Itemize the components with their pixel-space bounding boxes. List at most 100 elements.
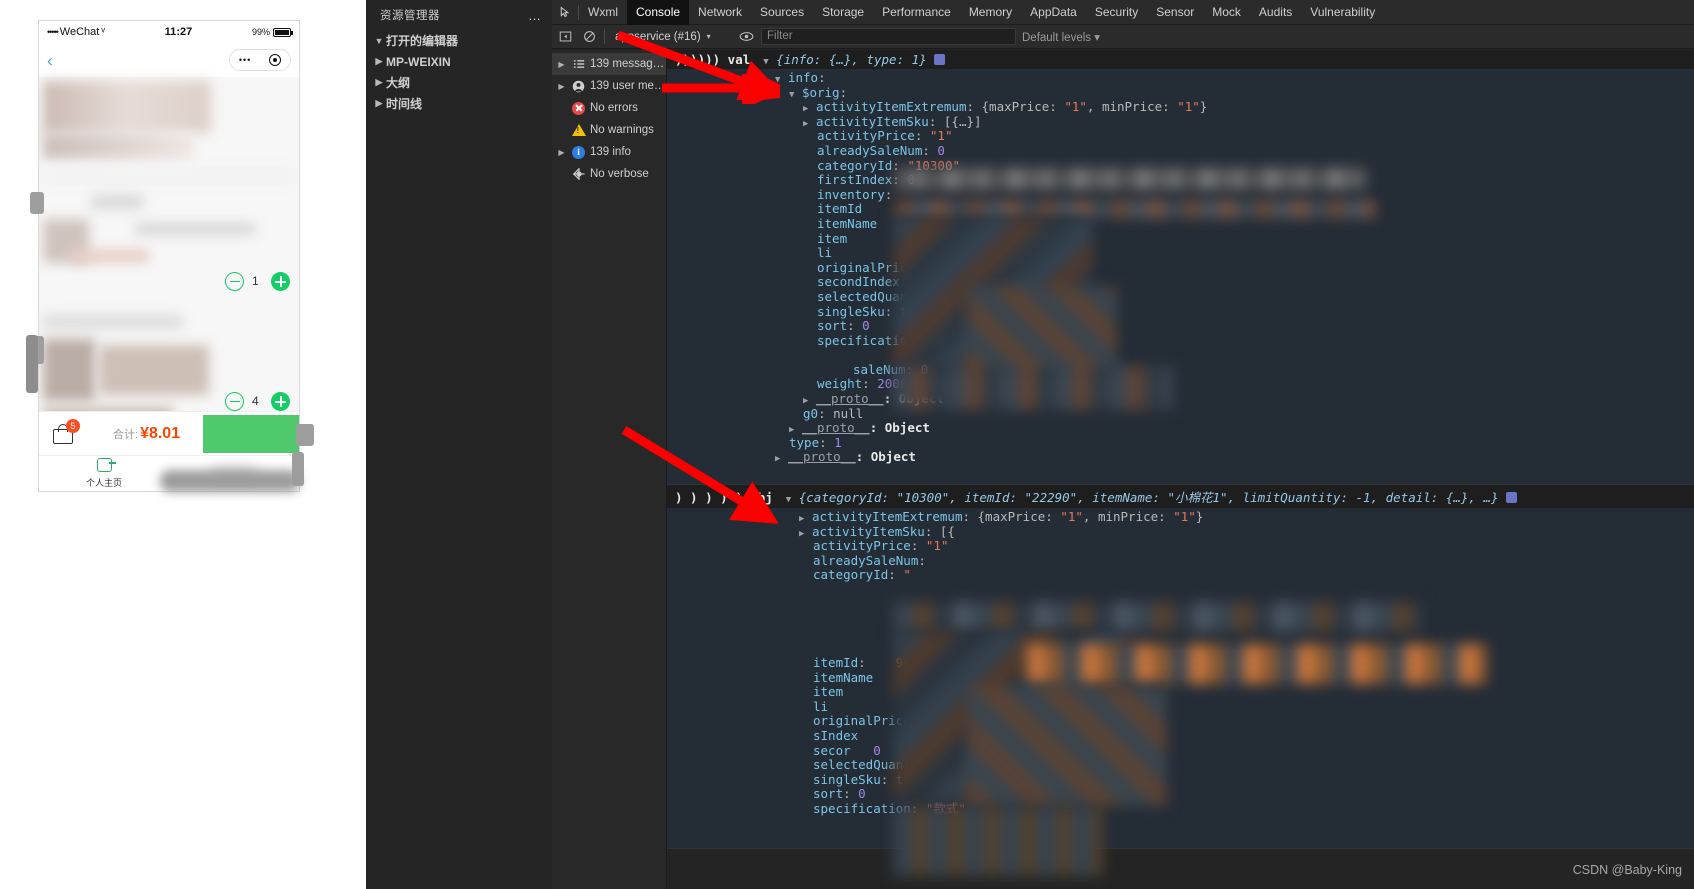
log-level-label: Default levels (1022, 31, 1092, 44)
cart-summary-bar: 5 合计: ¥8.01 (39, 411, 299, 455)
live-expression-icon[interactable] (737, 28, 755, 46)
tab-memory[interactable]: Memory (960, 0, 1021, 25)
simulator-area: ••••• WeChat ᵛ 11:27 99% ‹ ••• 1 4 5 合计:… (0, 0, 366, 889)
log1-summary: {info: {…}, type: 1} (776, 52, 927, 67)
row2-thumb-blur (43, 339, 95, 401)
clear-console-icon[interactable] (580, 28, 598, 46)
tab-sources[interactable]: Sources (751, 0, 813, 25)
tab-appdata[interactable]: AppData (1021, 0, 1086, 25)
expand-triangle-icon[interactable]: ▼ (780, 495, 791, 505)
explorer-item-label: 时间线 (386, 97, 423, 111)
tab-personal-home[interactable]: 个人主页 (39, 458, 169, 491)
explorer-item-outline[interactable]: ▶ 大纲 (366, 72, 552, 93)
row1-desc-blur (135, 223, 255, 235)
sidebar-item-verbose[interactable]: No verbose (552, 163, 666, 185)
tab-performance[interactable]: Performance (873, 0, 960, 25)
tab-storage[interactable]: Storage (813, 0, 873, 25)
vscode-explorer-sidebar: 资源管理器 … ▼ 打开的编辑器 ▶ MP-WEIXIN ▶ 大纲 ▶ 时间线 (366, 0, 552, 889)
tab-vulnerability[interactable]: Vulnerability (1301, 0, 1384, 25)
scroll-nub-left-1 (30, 192, 44, 214)
sidebar-item-info[interactable]: ▶ i 139 info (552, 141, 666, 163)
console-output[interactable]: )))))) val ▼ {info: {…}, type: 1} ▼ info… (667, 50, 1694, 889)
sidebar-item-messages[interactable]: ▶ 139 messag… (552, 53, 666, 75)
tab-network[interactable]: Network (689, 0, 751, 25)
sidebar-item-label: 139 user me… (590, 80, 666, 92)
explorer-item-open-editors[interactable]: ▼ 打开的编辑器 (366, 30, 552, 51)
cart-bag-icon[interactable]: 5 (53, 418, 80, 444)
log1-header[interactable]: )))))) val ▼ {info: {…}, type: 1} (667, 50, 1694, 69)
console-body: ▶ 139 messag… ▶ 139 user me… No errors !… (552, 50, 1694, 889)
info-badge-icon (1506, 492, 1518, 503)
tab-security[interactable]: Security (1086, 0, 1147, 25)
chevron-right-icon[interactable]: ▶ (556, 148, 567, 157)
info-icon: i (571, 145, 586, 160)
info-badge-icon (934, 54, 946, 65)
list-icon (571, 57, 586, 72)
tab-mock[interactable]: Mock (1203, 0, 1250, 25)
chevron-right-icon[interactable]: ▶ (372, 98, 386, 109)
row2-title-blur (43, 315, 183, 329)
tab-sensor[interactable]: Sensor (1147, 0, 1203, 25)
panel-toggle-icon[interactable] (556, 28, 574, 46)
chevron-down-icon: ▾ (1094, 31, 1101, 44)
status-time: 11:27 (164, 26, 193, 38)
devtools-tab-bar: Wxml Console Network Sources Storage Per… (552, 0, 1694, 25)
chevron-right-icon[interactable]: ▶ (556, 60, 567, 69)
capsule-close-icon[interactable] (269, 54, 282, 66)
row1-increment-button[interactable] (271, 272, 290, 291)
row2-increment-button[interactable] (271, 392, 290, 411)
inspect-element-icon[interactable] (552, 0, 578, 25)
sidebar-item-label: 139 info (590, 146, 631, 158)
product-text-blur (43, 133, 193, 159)
app-root: ••••• WeChat ᵛ 11:27 99% ‹ ••• 1 4 5 合计:… (0, 0, 1694, 889)
status-battery: 99% (252, 27, 293, 37)
tab-audits[interactable]: Audits (1250, 0, 1301, 25)
expand-triangle-icon[interactable]: ▼ (758, 57, 768, 67)
chevron-right-icon[interactable]: ▶ (372, 77, 386, 88)
chevron-down-icon[interactable]: ▼ (372, 36, 386, 46)
tab-wxml[interactable]: Wxml (579, 0, 627, 25)
sidebar-item-label: No errors (590, 102, 638, 114)
explorer-item-mp-weixin[interactable]: ▶ MP-WEIXIN (366, 51, 552, 72)
sidebar-item-label: No verbose (590, 168, 649, 180)
phone-status-bar: ••••• WeChat ᵛ 11:27 99% (39, 21, 299, 43)
scroll-nub-left-3 (26, 335, 38, 393)
sidebar-item-label: No warnings (590, 124, 654, 136)
console-log-entry-2[interactable]: ) ) ) ) ) obj ▼ {categoryId: "10300", it… (667, 485, 1694, 849)
explorer-item-label: MP-WEIXIN (386, 54, 451, 69)
execution-context-selector[interactable]: appservice (#16) ▾ (611, 31, 731, 43)
checkout-button[interactable] (203, 415, 299, 453)
battery-icon (273, 27, 293, 37)
explorer-more-icon[interactable]: … (528, 8, 542, 23)
wechat-simulator[interactable]: ••••• WeChat ᵛ 11:27 99% ‹ ••• 1 4 5 合计:… (38, 20, 300, 492)
total-value: ¥8.01 (140, 424, 181, 442)
row2-decrement-button[interactable] (225, 392, 244, 411)
back-chevron-icon[interactable]: ‹ (47, 52, 53, 69)
console-log-entry-1[interactable]: )))))) val ▼ {info: {…}, type: 1} ▼ info… (667, 50, 1694, 485)
log-level-selector[interactable]: Default levels ▾ (1022, 30, 1100, 44)
explorer-title: 资源管理器 (380, 10, 440, 22)
verbose-gear-icon (571, 167, 586, 182)
wechat-capsule[interactable]: ••• (229, 49, 291, 71)
bottom-shadow-blur (160, 470, 300, 492)
sidebar-item-errors[interactable]: No errors (552, 97, 666, 119)
sidebar-item-warnings[interactable]: No warnings (552, 119, 666, 141)
chevron-right-icon[interactable]: ▶ (372, 56, 386, 67)
warning-icon (571, 123, 586, 138)
log2-tree: ▶ activityItemExtremum: {maxPrice: "1", … (667, 508, 1694, 848)
console-filter-input[interactable]: Filter (761, 28, 1016, 45)
row1-title-blur (91, 195, 143, 209)
phone-nav-bar: ‹ ••• (39, 43, 299, 77)
toolbar-divider (604, 29, 605, 44)
row1-decrement-button[interactable] (225, 272, 244, 291)
capsule-menu-icon[interactable]: ••• (239, 55, 251, 65)
log2-prefix: ) ) ) ) ) obj (675, 490, 773, 505)
explorer-item-timeline[interactable]: ▶ 时间线 (366, 93, 552, 114)
devtools-panel: Wxml Console Network Sources Storage Per… (552, 0, 1694, 889)
user-home-icon (96, 458, 116, 472)
sidebar-item-user-messages[interactable]: ▶ 139 user me… (552, 75, 666, 97)
log2-header[interactable]: ) ) ) ) ) obj ▼ {categoryId: "10300", it… (667, 485, 1694, 508)
signal-dots-icon: ••••• (47, 27, 59, 37)
chevron-right-icon[interactable]: ▶ (556, 82, 567, 91)
tab-console[interactable]: Console (627, 0, 690, 25)
